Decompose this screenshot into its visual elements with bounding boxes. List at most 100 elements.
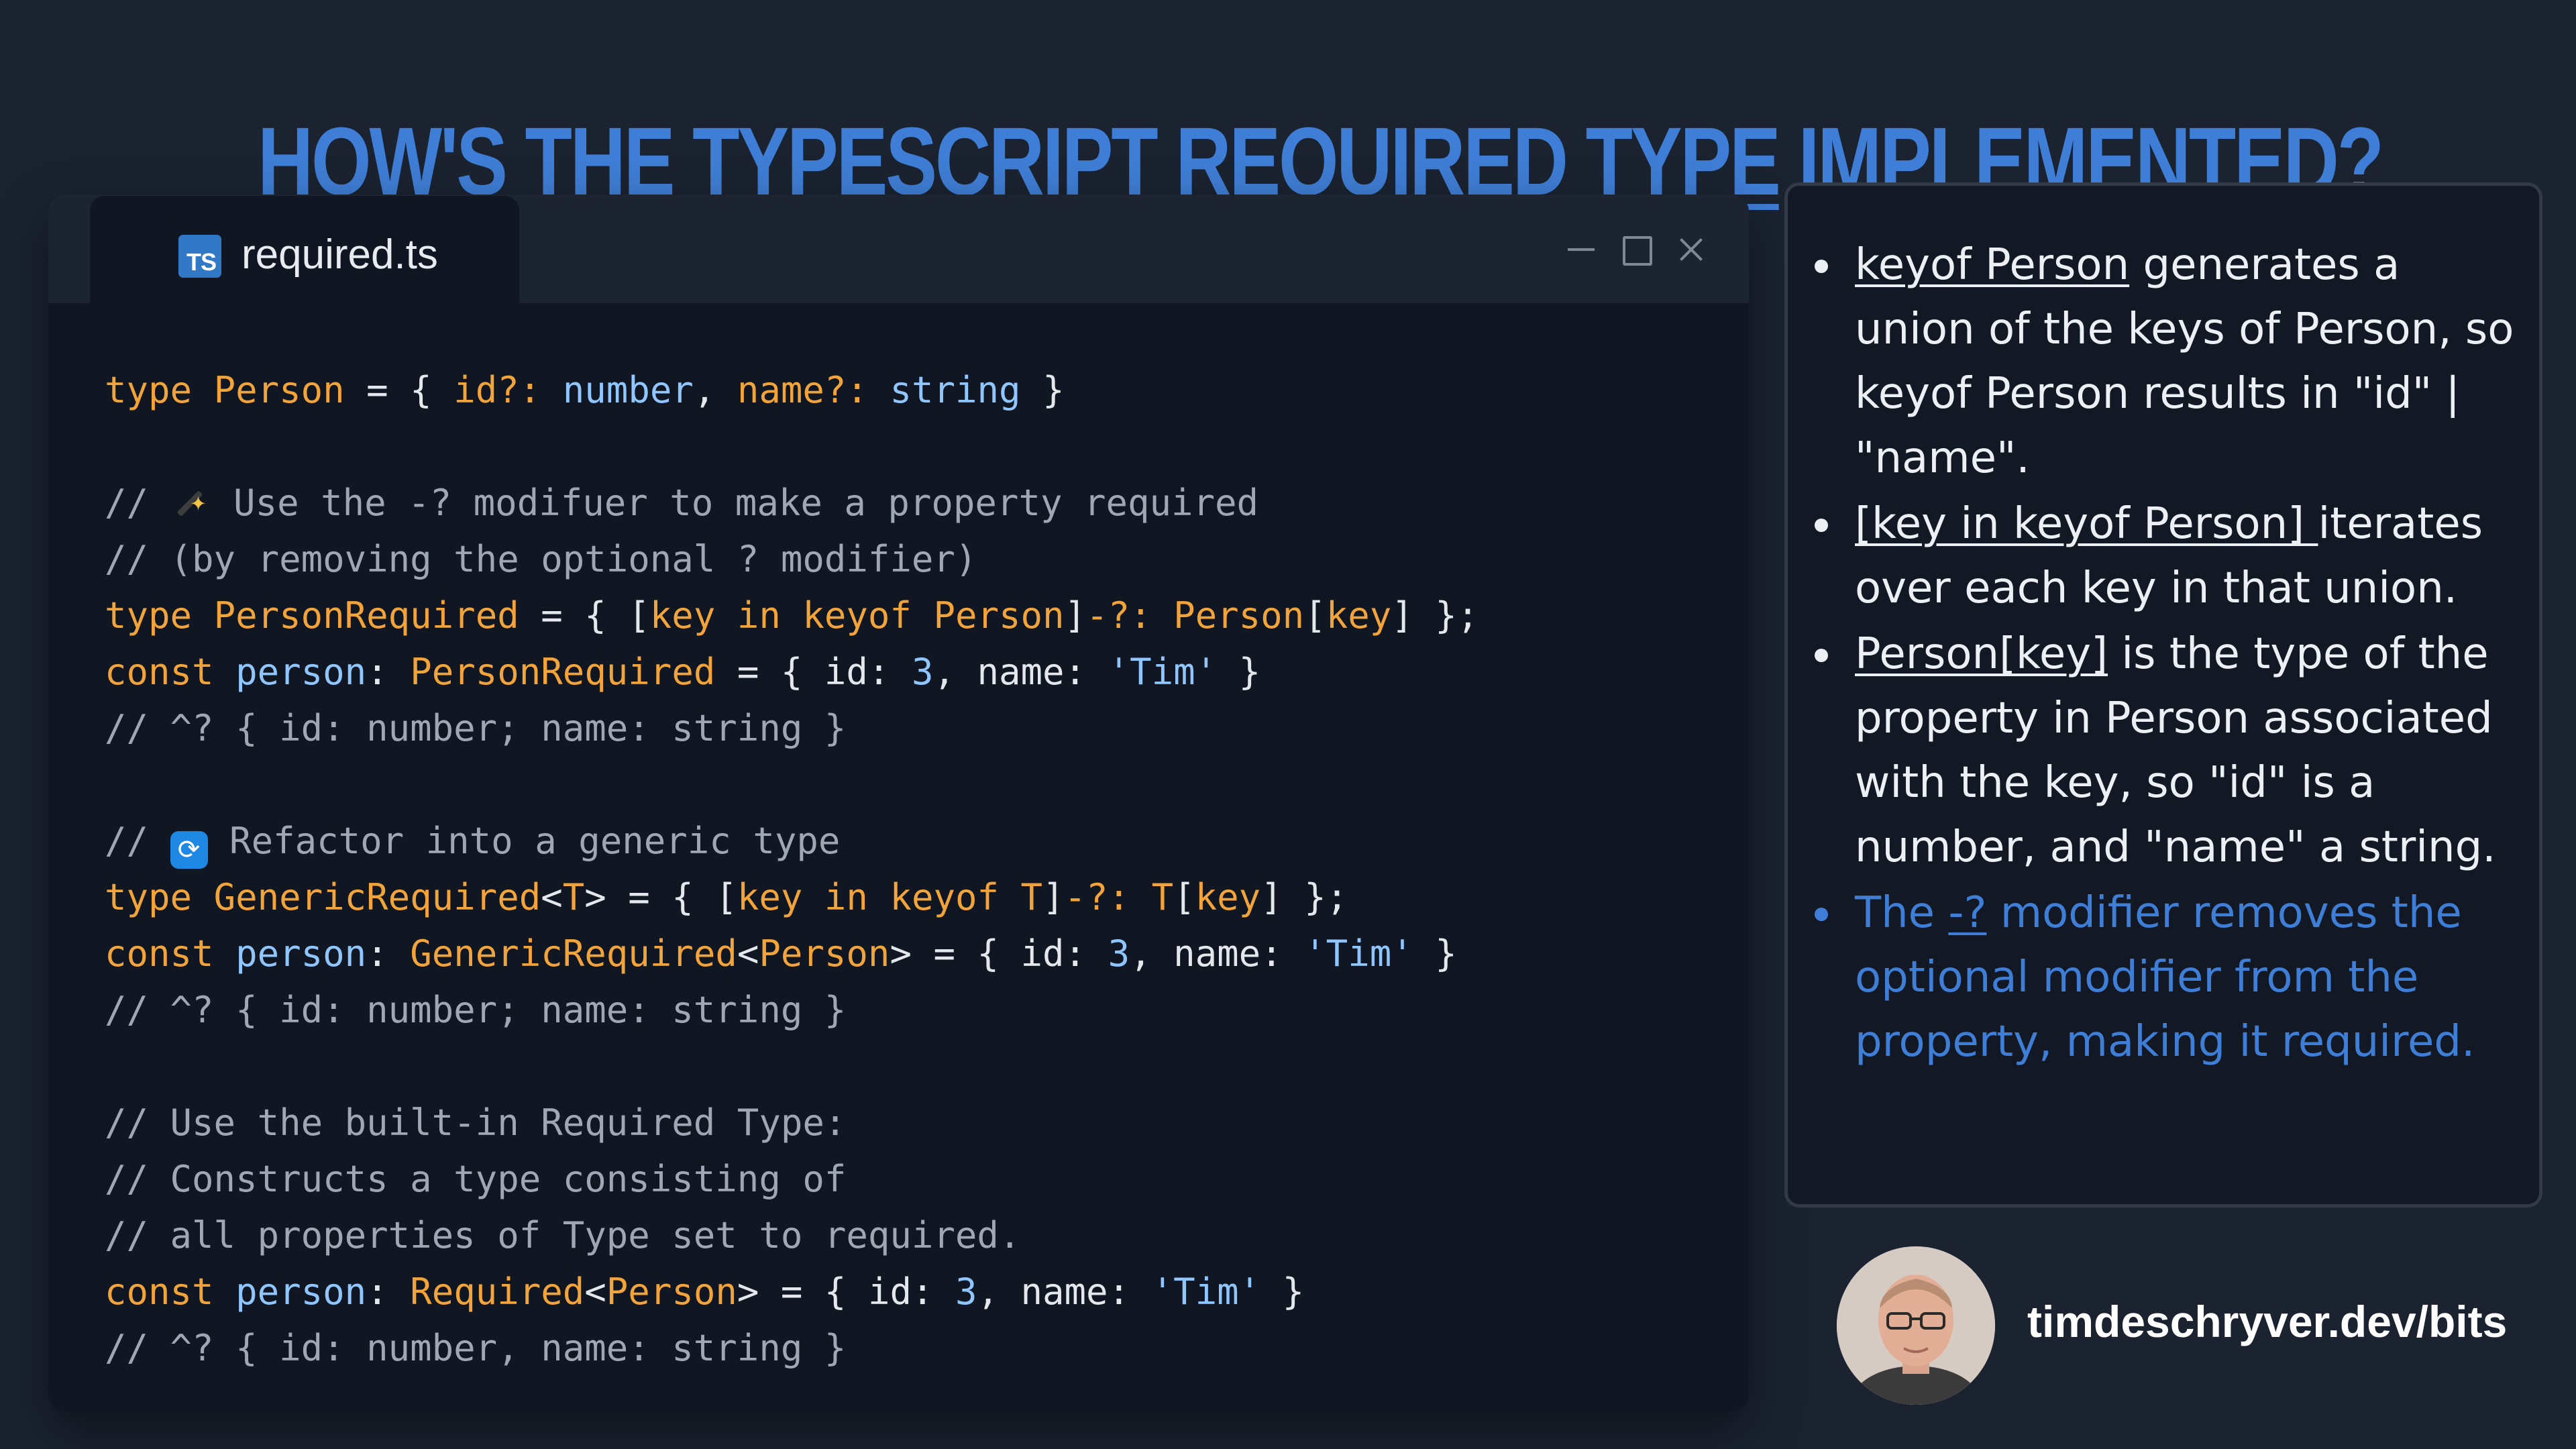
code-token: Person bbox=[933, 594, 1065, 637]
code-token: type bbox=[105, 876, 193, 918]
window-controls bbox=[1564, 223, 1709, 276]
explanation-item: keyof Person generates a union of the ke… bbox=[1815, 233, 2526, 490]
code-line: type GenericRequired<T> = { [key in keyo… bbox=[105, 869, 1479, 926]
code-token: GenericRequired bbox=[410, 932, 737, 975]
code-token: 'Tim' bbox=[1108, 651, 1218, 693]
code-token: // Constructs a type consisting of bbox=[105, 1158, 847, 1200]
code-token: name bbox=[737, 369, 824, 411]
code-token: key bbox=[1195, 876, 1261, 918]
code-token: : bbox=[366, 1271, 411, 1313]
code-line: // ^? { id: number, name: string } bbox=[105, 1320, 1479, 1377]
code-token: // ^? { id: number; name: string } bbox=[105, 989, 847, 1031]
code-token: // ^? { id: number, name: string } bbox=[105, 1327, 847, 1369]
code-token: 'Tim' bbox=[1151, 1271, 1261, 1313]
code-token: number bbox=[562, 369, 694, 411]
code-token: } bbox=[1413, 932, 1457, 975]
code-token: ] }; bbox=[1260, 876, 1348, 918]
code-line: // Use the built-in Required Type: bbox=[105, 1095, 1479, 1151]
code-token: ] bbox=[1042, 876, 1065, 918]
code-token: // ^? { id: number; name: string } bbox=[105, 707, 847, 749]
maximize-icon[interactable] bbox=[1619, 232, 1654, 267]
code-token: id bbox=[453, 369, 498, 411]
code-token: type bbox=[105, 369, 193, 411]
code-token: Use the -? modifuer to make a property r… bbox=[211, 482, 1259, 524]
code-token: } bbox=[1020, 369, 1065, 411]
minimize-icon[interactable] bbox=[1564, 232, 1599, 267]
code-token: T bbox=[1020, 876, 1043, 918]
explanation-item: [key in keyof Person] iterates over each… bbox=[1815, 492, 2526, 621]
code-line: // ⟳ Refactor into a generic type bbox=[105, 813, 1479, 869]
code-line: // Use the -? modifuer to make a propert… bbox=[105, 474, 1479, 531]
code-token: const bbox=[105, 932, 214, 975]
code-token: 3 bbox=[911, 651, 934, 693]
code-token: = { [ bbox=[519, 594, 650, 637]
explanation-text: The bbox=[1855, 888, 1949, 938]
code-line: type PersonRequired = { [ key in keyof Pe… bbox=[105, 588, 1479, 644]
magic-wand-icon bbox=[170, 474, 212, 530]
code-token: // bbox=[105, 820, 170, 862]
code-token: ?: bbox=[824, 369, 868, 411]
code-token: > = { id: bbox=[737, 1271, 955, 1313]
code-token: Person bbox=[759, 932, 890, 975]
code-token: PersonRequired bbox=[213, 594, 519, 637]
code-token: [ bbox=[1304, 594, 1326, 637]
code-token: in keyof bbox=[824, 876, 999, 918]
code-token: ] bbox=[1064, 594, 1087, 637]
code-token: Refactor into a generic type bbox=[207, 820, 841, 862]
code-token: , name: bbox=[977, 1271, 1152, 1313]
refresh-icon: ⟳ bbox=[170, 831, 208, 869]
explanation-list: keyof Person generates a union of the ke… bbox=[1815, 233, 2526, 1075]
code-token: type bbox=[105, 594, 193, 637]
code-token: -?: bbox=[1064, 876, 1130, 918]
highlighted-term: Person[key] bbox=[1855, 629, 2108, 679]
code-line: type Person = { id?: number, name?: stri… bbox=[105, 362, 1479, 419]
code-line: const person: PersonRequired = { id: 3, … bbox=[105, 644, 1479, 700]
code-token: > = { [ bbox=[584, 876, 737, 918]
code-token: key bbox=[737, 876, 803, 918]
code-line: // Constructs a type consisting of bbox=[105, 1151, 1479, 1208]
code-token: 3 bbox=[1108, 932, 1130, 975]
code-token: PersonRequired bbox=[410, 651, 716, 693]
code-token: } bbox=[1260, 1271, 1305, 1313]
code-block[interactable]: type Person = { id?: number, name?: stri… bbox=[105, 362, 1479, 1377]
code-line: // ^? { id: number; name: string } bbox=[105, 700, 1479, 757]
code-token: T bbox=[562, 876, 585, 918]
code-token: GenericRequired bbox=[213, 876, 541, 918]
code-line: const person: Required<Person> = { id: 3… bbox=[105, 1264, 1479, 1320]
code-token: // all properties of Type set to require… bbox=[105, 1214, 1021, 1256]
code-token: key bbox=[1326, 594, 1392, 637]
highlighted-term: [key in keyof Person] bbox=[1855, 499, 2318, 549]
code-line: // (by removing the optional ? modifier) bbox=[105, 531, 1479, 588]
code-token: Person bbox=[213, 369, 345, 411]
code-token: ?: bbox=[497, 369, 541, 411]
code-token: // Use the built-in Required Type: bbox=[105, 1102, 847, 1144]
code-token: = { id: bbox=[715, 651, 912, 693]
code-token: = { bbox=[344, 369, 454, 411]
close-icon[interactable] bbox=[1674, 232, 1709, 267]
code-token: ] }; bbox=[1391, 594, 1479, 637]
author-avatar bbox=[1837, 1246, 1995, 1405]
code-token: 'Tim' bbox=[1304, 932, 1413, 975]
highlighted-term: -? bbox=[1948, 888, 1987, 938]
code-token: const bbox=[105, 1271, 214, 1313]
tab-required-ts[interactable]: TS required.ts bbox=[90, 196, 519, 305]
code-token: T bbox=[1151, 876, 1174, 918]
tab-label: required.ts bbox=[241, 231, 438, 278]
code-token: < bbox=[541, 876, 563, 918]
editor-titlebar: TS required.ts bbox=[48, 195, 1749, 305]
code-token: } bbox=[1217, 651, 1261, 693]
author-website-link[interactable]: timdeschryver.dev/bits bbox=[2027, 1295, 2507, 1348]
code-token: , bbox=[693, 369, 737, 411]
explanation-item: The -? modifier removes the optional mod… bbox=[1815, 881, 2526, 1074]
code-token: in keyof bbox=[737, 594, 912, 637]
